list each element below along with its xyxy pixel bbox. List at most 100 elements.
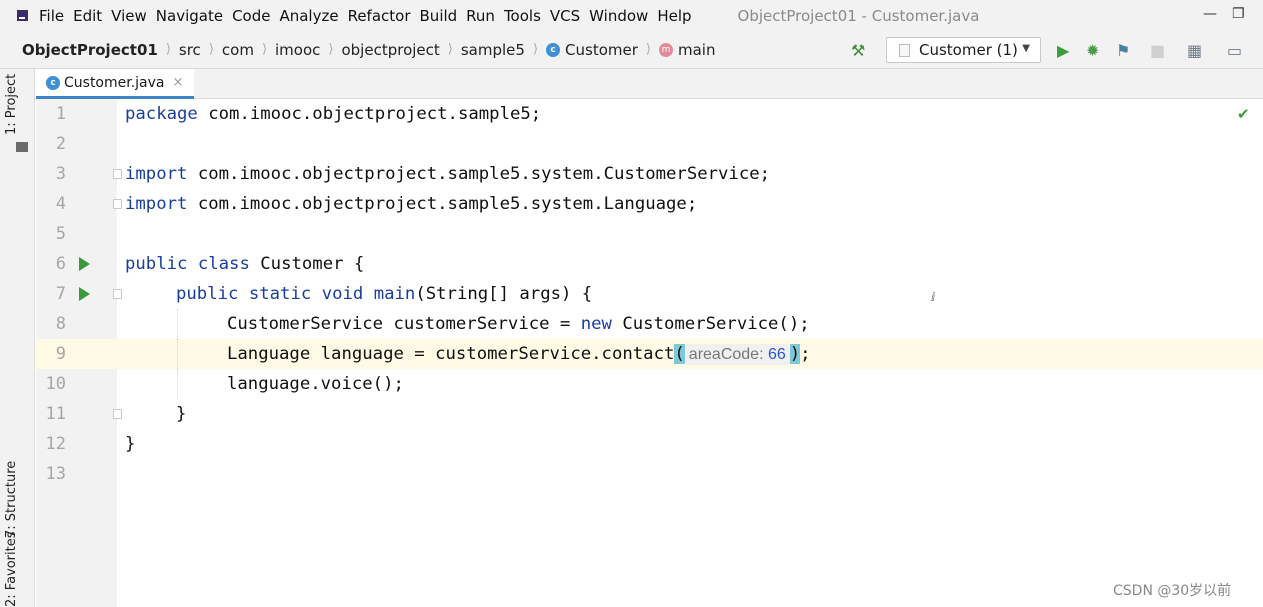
terminal-icon[interactable]: ▭ [1227,41,1242,60]
close-icon[interactable]: × [173,75,184,90]
code-text: CustomerService customerService = new Cu… [227,314,810,334]
menu-code[interactable]: Code [232,7,276,25]
build-hammer-icon[interactable]: ⚒ [851,41,865,60]
code-line: 12 } [36,429,1263,459]
run-gutter-icon[interactable] [79,287,90,301]
line-number: 1 [55,104,66,124]
debug-bug-icon[interactable]: ✹ [1086,41,1099,60]
breadcrumb-method-label: main [677,40,716,59]
run-config-select[interactable]: Customer (1) ▼ [886,37,1041,63]
code-line: 3 import com.imooc.objectproject.sample5… [36,159,1263,189]
open-paren-highlight: ( [674,344,685,364]
chevron-right-icon: ⟩ [208,42,214,57]
line-number: 5 [55,224,66,244]
line-number: 9 [55,344,66,364]
line-number: 13 [45,464,66,484]
code-text: } [125,434,136,454]
chevron-right-icon: ⟩ [532,42,539,57]
line-number: 11 [45,404,66,424]
code-line: 11 } [36,399,1263,429]
tab-customer-java[interactable]: c Customer.java × [36,69,194,99]
menu-vcs[interactable]: VCS [550,7,586,25]
menu-tools[interactable]: Tools [504,7,547,25]
class-icon: c [46,75,60,90]
menu-build[interactable]: Build [420,7,464,25]
file-icon [899,43,910,57]
argument-value: 66 [767,346,786,363]
indent-guide [177,309,178,339]
window-title: ObjectProject01 - Customer.java [737,6,980,25]
code-line: 10 language.voice(); [36,369,1263,399]
indent-guide [177,339,178,369]
minimize-icon[interactable]: — [1203,6,1217,22]
line-number: 4 [55,194,66,214]
menu-analyze[interactable]: Analyze [279,7,344,25]
code-line: 8 CustomerService customerService = new … [36,309,1263,339]
code-after-hint: ; [800,344,811,364]
line-number: 8 [55,314,66,334]
code-line: 4 import com.imooc.objectproject.sample5… [36,189,1263,219]
breadcrumb-class-label: Customer [565,40,638,59]
menu-navigate[interactable]: Navigate [156,7,229,25]
code-line: 2 [36,129,1263,159]
code-line: 1 package com.imooc.objectproject.sample… [36,99,1263,129]
menu-run[interactable]: Run [466,7,501,25]
code-text: import com.imooc.objectproject.sample5.s… [125,194,698,214]
favorites-tool-tab[interactable]: 2: Favorites [4,531,19,607]
chevron-down-icon: ▼ [1022,43,1030,54]
watermark: CSDN @30岁以前 [1113,583,1232,599]
line-number: 7 [55,284,66,304]
breadcrumb-method[interactable]: m main [658,40,716,59]
chevron-right-icon: ⟩ [328,42,334,57]
fold-icon[interactable] [113,409,122,419]
coverage-icon[interactable]: ⚑ [1116,41,1130,60]
breadcrumb-objectproject[interactable]: objectproject [341,41,439,59]
menu-view[interactable]: View [111,7,153,25]
project-structure-icon[interactable]: ▦ [1187,41,1202,60]
code-text: import com.imooc.objectproject.sample5.s… [125,164,771,184]
parameter-hint-label: areaCode: [688,346,764,363]
code-line: 7 public static void main(String[] args)… [36,279,1263,309]
main-menu: File Edit View Navigate Code Analyze Ref… [39,7,698,25]
breadcrumb-imooc[interactable]: imooc [275,41,320,59]
chevron-right-icon: ⟩ [261,42,268,57]
class-icon: c [546,42,561,57]
editor-tab-bar: c Customer.java × [36,69,1263,99]
navigation-bar: ObjectProject01 ⟩ src ⟩ com ⟩ imooc ⟩ ob… [0,31,1263,69]
app-logo-icon [17,10,28,21]
menu-file[interactable]: File [39,7,70,25]
line-number: 12 [45,434,66,454]
breadcrumb: ObjectProject01 ⟩ src ⟩ com ⟩ imooc ⟩ ob… [22,31,715,68]
text-cursor-icon: ⅈ [931,290,936,304]
menu-bar: File Edit View Navigate Code Analyze Ref… [0,0,1263,31]
fold-icon[interactable] [113,289,122,299]
tab-label: Customer.java [64,74,165,91]
code-text: public class Customer { [125,254,365,274]
code-line: 13 [36,459,1263,489]
indent-guide [177,369,178,399]
fold-icon[interactable] [113,169,122,179]
menu-window[interactable]: Window [589,7,654,25]
code-text: Language language = customerService.cont… [227,339,811,370]
code-text: language.voice(); [227,374,404,394]
run-icon[interactable]: ▶ [1057,41,1069,60]
menu-refactor[interactable]: Refactor [348,7,417,25]
fold-icon[interactable] [113,199,122,209]
breadcrumb-src[interactable]: src [179,41,201,59]
run-gutter-icon[interactable] [79,257,90,271]
breadcrumb-com[interactable]: com [222,41,254,59]
breadcrumb-project[interactable]: ObjectProject01 [22,41,158,59]
project-tool-tab[interactable]: 1: Project [4,74,19,135]
method-icon: m [658,42,673,57]
breadcrumb-sample5[interactable]: sample5 [461,41,525,59]
chevron-right-icon: ⟩ [447,42,453,57]
folder-icon [16,142,28,152]
menu-edit[interactable]: Edit [73,7,108,25]
close-paren-highlight: ) [789,344,801,364]
stop-icon[interactable]: ■ [1150,41,1165,60]
restore-icon[interactable]: ❐ [1232,6,1245,22]
code-text: } [176,404,187,424]
structure-tool-tab[interactable]: 7: Structure [4,461,19,538]
breadcrumb-class[interactable]: c Customer [546,41,638,59]
menu-help[interactable]: Help [657,7,697,25]
